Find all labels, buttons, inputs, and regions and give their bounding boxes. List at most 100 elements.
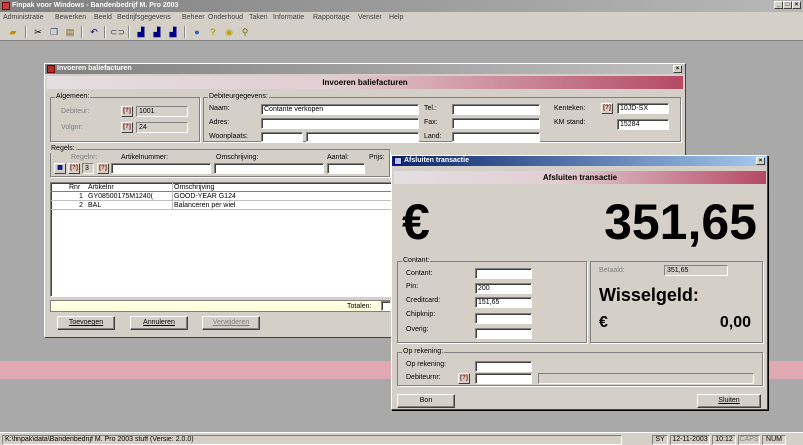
- regel-lookup-button[interactable]: [?]: [68, 163, 80, 174]
- menu-bedrijfsgegevens[interactable]: Bedrijfsgegevens: [117, 13, 171, 22]
- annuleren-button[interactable]: Annuleren: [130, 316, 188, 330]
- cut-icon[interactable]: ✂: [31, 25, 45, 39]
- menu-venster[interactable]: Venster: [358, 13, 382, 22]
- menu-onderhoud[interactable]: Onderhoud: [208, 13, 243, 22]
- omschrijving-label: Omschrijving:: [216, 154, 259, 161]
- link-icon[interactable]: ⊂⊃: [110, 25, 125, 39]
- verwijderen-button[interactable]: Verwijderen: [202, 316, 260, 330]
- adres-field[interactable]: [261, 118, 419, 129]
- menu-informatie[interactable]: Informatie: [273, 13, 304, 22]
- toolbar-separator: [104, 26, 106, 38]
- tel-field[interactable]: [452, 104, 540, 115]
- wisselgeld-currency: €: [599, 314, 608, 331]
- omschrijving-field[interactable]: [214, 163, 324, 174]
- toevoegen-button[interactable]: Toevoegen: [57, 316, 115, 330]
- op-rekening-field[interactable]: [475, 361, 532, 372]
- menu-rapportage[interactable]: Rapportage: [313, 13, 350, 22]
- debiteurnr-field[interactable]: [475, 373, 532, 384]
- land-field[interactable]: [452, 132, 540, 142]
- chipknip-field[interactable]: [475, 313, 532, 324]
- checkout-title-bar: Afsluiten transactie: [392, 156, 767, 166]
- betaald-label: Betaald:: [599, 267, 625, 274]
- debiteur-lookup-button[interactable]: [?]: [121, 106, 133, 117]
- undo-icon[interactable]: ↶: [87, 25, 101, 39]
- maximize-button[interactable]: □: [783, 1, 792, 9]
- kenteken-lookup-button[interactable]: [?]: [601, 103, 613, 114]
- change-panel: Betaald: 351,65 Wisselgeld: € 0,00: [590, 261, 763, 343]
- copy-icon[interactable]: ❐: [47, 25, 61, 39]
- overig-field[interactable]: [475, 328, 532, 339]
- paste-icon[interactable]: ▤: [63, 25, 77, 39]
- chart2-icon[interactable]: ▟: [150, 25, 164, 39]
- toolbar-separator: [25, 26, 27, 38]
- grid-col-rnr[interactable]: Rnr: [69, 184, 80, 192]
- artikelnummer-field[interactable]: [111, 163, 211, 174]
- wisselgeld-label: Wisselgeld:: [599, 285, 699, 305]
- status-bar: K:\finpak\data\Bandenbedrijf M. Pro 2003…: [0, 432, 803, 445]
- aantal-field[interactable]: [327, 163, 365, 174]
- artikel-lookup-button[interactable]: [?]: [97, 163, 109, 174]
- lines-group-label: Regels:: [50, 145, 76, 153]
- volgnr-field[interactable]: 24: [136, 122, 188, 133]
- land-label: Land:: [424, 133, 442, 140]
- sluiten-button[interactable]: Sluiten: [697, 394, 761, 408]
- status-date: 12-11-2003: [670, 435, 710, 445]
- status-num: NUM: [762, 435, 786, 445]
- grid-col-omschrijving[interactable]: Omschrijving: [174, 184, 214, 192]
- lines-grid[interactable]: Rnr Artikelnr Omschrijving 1 GY08500175M…: [50, 182, 395, 297]
- globe-icon[interactable]: ●: [190, 25, 204, 39]
- prijs-label: Prijs:: [369, 154, 385, 161]
- totalen-field: [381, 301, 391, 311]
- app-icon: [2, 2, 10, 10]
- minimize-button[interactable]: _: [774, 1, 783, 9]
- grid-col-artikelnr[interactable]: Artikelnr: [88, 184, 114, 192]
- table-row[interactable]: 2 BAL Balanceren per wiel: [51, 201, 394, 210]
- help-icon[interactable]: ?: [206, 25, 220, 39]
- toolbar-separator: [128, 26, 130, 38]
- fax-field[interactable]: [452, 118, 540, 129]
- tool-icon[interactable]: ⚲: [238, 25, 252, 39]
- fax-label: Fax:: [424, 119, 438, 126]
- chart3-icon[interactable]: ▟: [166, 25, 180, 39]
- grid-cell-omschrijving: Balanceren per wiel: [174, 202, 236, 209]
- chart-icon[interactable]: ▟: [134, 25, 148, 39]
- menu-help[interactable]: Help: [389, 13, 403, 22]
- open-icon[interactable]: ▰: [6, 25, 20, 39]
- table-row[interactable]: 1 GY08500175M1240( GOOD-YEAR G124: [51, 192, 394, 201]
- close-button[interactable]: ×: [792, 1, 801, 9]
- debiteur-field[interactable]: 1001: [136, 106, 188, 117]
- general-group-label: Algemeen:: [55, 93, 91, 101]
- menu-beheer[interactable]: Beheer: [182, 13, 205, 22]
- creditcard-field[interactable]: 151,65: [475, 297, 532, 308]
- invoice-window-title: Invoeren baliefacturen: [57, 65, 132, 72]
- contant-field[interactable]: [475, 268, 532, 279]
- volgnr-lookup-button[interactable]: [?]: [121, 122, 133, 133]
- regelnr-field[interactable]: 3: [82, 163, 94, 174]
- grid-cell-artikelnr: BAL: [88, 202, 102, 209]
- debiteurnr-label: Debiteurnr:: [406, 374, 441, 381]
- kenteken-field[interactable]: 10JD-SX: [617, 103, 669, 114]
- menu-administratie[interactable]: Administratie: [3, 13, 43, 22]
- totalen-label: Totalen:: [347, 303, 372, 310]
- menu-beeld[interactable]: Beeld: [94, 13, 112, 22]
- woonplaats-field[interactable]: [306, 132, 419, 142]
- aantal-label: Aantal:: [327, 154, 349, 161]
- checkout-close-button[interactable]: ×: [756, 157, 765, 165]
- debiteurnr-lookup-button[interactable]: [?]: [458, 373, 470, 384]
- postcode-field[interactable]: [261, 132, 303, 142]
- menu-bewerken[interactable]: Bewerken: [55, 13, 86, 22]
- info-icon[interactable]: ◉: [222, 25, 236, 39]
- pin-field[interactable]: 200: [475, 283, 532, 294]
- toolbar: ▰ ✂ ❐ ▤ ↶ ⊂⊃ ▟ ▟ ▟ ● ? ◉ ⚲: [0, 23, 803, 41]
- wisselgeld-amount: 0,00: [719, 314, 751, 331]
- debtor-group-label: Debiteurgegevens:: [208, 93, 269, 101]
- creditcard-label: Creditcard:: [406, 297, 441, 304]
- bon-button[interactable]: Bon: [397, 394, 455, 408]
- invoice-close-button[interactable]: ×: [673, 65, 682, 73]
- payment-group-label: Contant:: [402, 257, 431, 265]
- km-stand-field[interactable]: 15284: [617, 119, 669, 130]
- toolbar-separator: [81, 26, 83, 38]
- calendar-icon[interactable]: ▦: [54, 163, 66, 174]
- naam-field[interactable]: Contante verkopen: [261, 104, 419, 115]
- menu-taken[interactable]: Taken: [249, 13, 268, 22]
